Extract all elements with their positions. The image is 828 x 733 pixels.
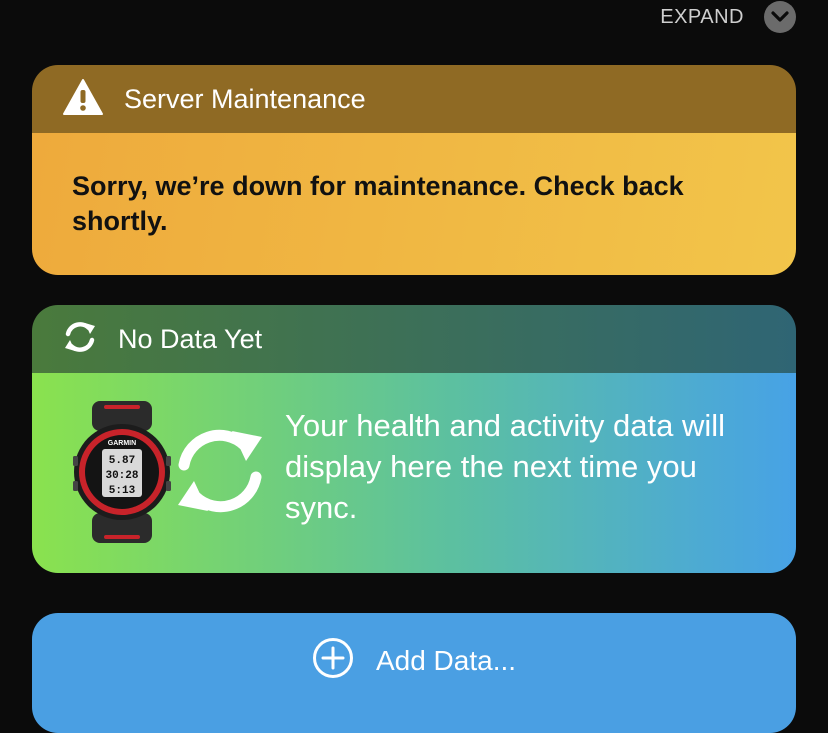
no-data-card-header: No Data Yet	[32, 305, 796, 373]
warning-icon	[62, 78, 104, 121]
maintenance-message: Sorry, we’re down for maintenance. Check…	[72, 171, 684, 236]
expand-label[interactable]: EXPAND	[660, 6, 744, 29]
no-data-card-body: GARMIN 5.87 30:28 5:13 Your health and a…	[32, 373, 796, 573]
maintenance-title: Server Maintenance	[124, 83, 366, 114]
no-data-message: Your health and activity data will displ…	[285, 408, 726, 525]
expand-bar[interactable]: EXPAND	[660, 0, 796, 34]
no-data-title: No Data Yet	[118, 323, 263, 354]
sync-icon	[62, 319, 98, 360]
chevron-down-icon[interactable]	[764, 1, 796, 33]
watch-image: GARMIN 5.87 30:28 5:13	[72, 401, 172, 548]
watch-brand: GARMIN	[108, 440, 136, 447]
sync-arrows-icon	[172, 425, 268, 522]
add-data-label: Add Data...	[375, 644, 517, 676]
maintenance-card: Server Maintenance Sorry, we’re down for…	[32, 65, 796, 275]
maintenance-card-header: Server Maintenance	[32, 65, 796, 133]
watch-readout-1: 5.87	[109, 455, 135, 467]
no-data-card: No Data Yet GARMIN 5.87 30:28 5:13 Your …	[32, 305, 796, 573]
plus-circle-icon	[312, 637, 354, 684]
watch-readout-2: 30:28	[105, 470, 138, 482]
maintenance-card-body: Sorry, we’re down for maintenance. Check…	[32, 133, 796, 275]
watch-readout-3: 5:13	[109, 485, 136, 497]
add-data-button[interactable]: Add Data...	[32, 613, 796, 733]
